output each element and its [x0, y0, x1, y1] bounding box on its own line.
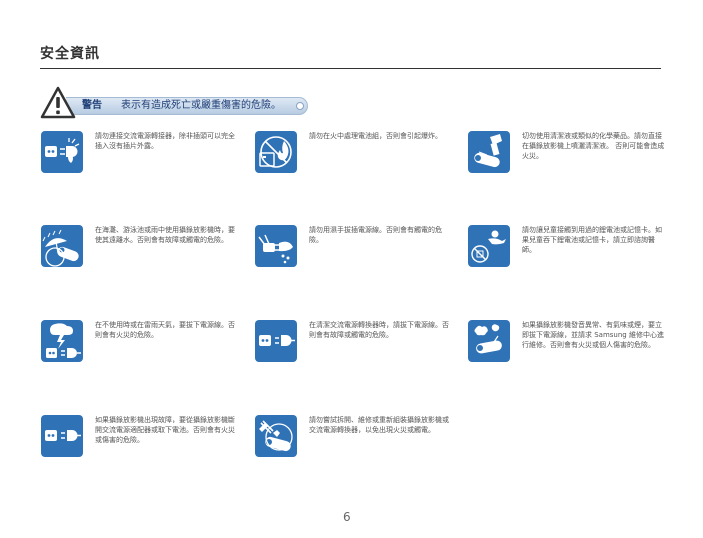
title-rule [40, 68, 661, 69]
item-5-text: 請勿用濕手拔插電源線。否則會有觸電的危險。 [309, 226, 442, 244]
page-number: 6 [343, 510, 351, 524]
child-swallow-battery-icon [468, 225, 510, 267]
warning-text: 表示有造成死亡或嚴重傷害的危險。 [121, 100, 281, 111]
warning-end-dot [296, 102, 304, 110]
page-title: 安全資訊 [40, 46, 100, 62]
item-8-text: 在清潔交流電源轉換器時，請拔下電源線。否則會有故障或觸電的危險。 [309, 321, 449, 339]
malfunction-unplug-icon [41, 415, 83, 457]
item-9-text: 如果攝錄放影機發音異常、有氣味或煙，要立即拔下電源線，並請求 Samsung 維… [522, 321, 664, 349]
item-7-text: 在不使用時或在雷雨天氣，要拔下電源線。否則會有火災的危險。 [95, 321, 235, 339]
no-disassembly-icon [255, 415, 297, 457]
item-2-text: 請勿在火中處理電池組，否則會引起爆炸。 [309, 132, 442, 140]
lightning-unplug-icon [41, 320, 83, 362]
no-chemical-spray-icon [468, 131, 510, 173]
warning-triangle-icon [40, 86, 76, 119]
no-battery-in-fire-icon [255, 131, 297, 173]
item-4-text: 在海灘、游泳池或雨中使用攝錄放影機時，要使其遠離水。否則會有故障或觸電的危險。 [95, 226, 235, 244]
warning-label: 警告 [82, 100, 102, 111]
smoke-smell-unplug-icon [468, 320, 510, 362]
item-1-text: 請勿連接交流電源轉接器，除非插頭可以完全插入沒有插片外露。 [95, 132, 235, 150]
item-6-text: 請勿讓兒童接觸到用過的鋰電池或記憶卡。如果兒童吞下鋰電池或記憶卡，請立即諮詢醫師… [522, 226, 662, 254]
item-11-text: 請勿嘗試拆開、維修或重新組裝攝錄放影機或交流電源轉換器，以免出現火災或觸電。 [309, 416, 449, 434]
unplug-before-cleaning-icon [255, 320, 297, 362]
no-wet-hands-plug-icon [255, 225, 297, 267]
item-3-text: 切勿使用清潔液或類似的化學藥品。請勿直接在攝錄放影機上噴灑清潔液。 否則可能會造… [522, 132, 665, 160]
item-10-text: 如果攝錄放影機出現故障，要從攝錄放影機斷開交流電源適配器或取下電池。否則會有火災… [95, 416, 235, 444]
plug-no-bent-prongs-icon [41, 131, 83, 173]
no-rain-water-icon [41, 225, 83, 267]
